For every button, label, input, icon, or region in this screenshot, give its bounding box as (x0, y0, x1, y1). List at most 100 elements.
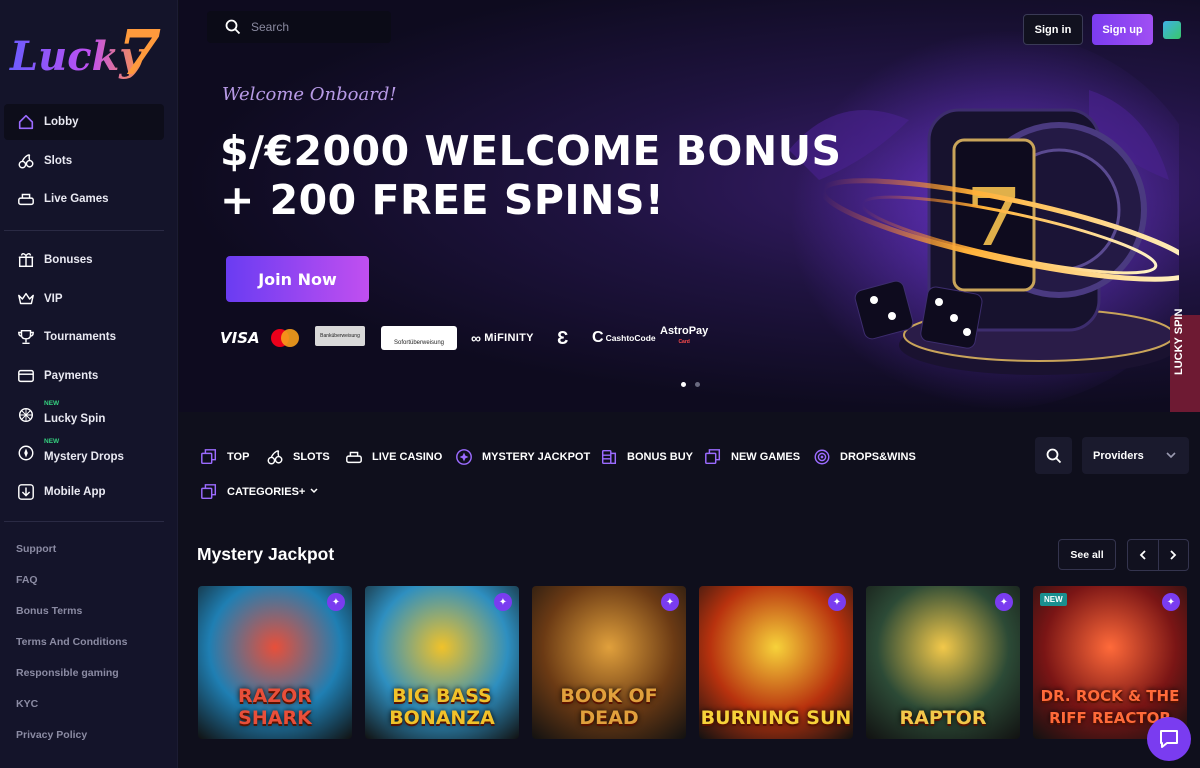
sidebar-item-label: Live Games (44, 193, 109, 206)
footer-link[interactable]: Bonus Terms (16, 602, 127, 633)
game-tile[interactable]: DR. ROCK & THE RIFF REACTOR ✦ NEW (1033, 586, 1187, 739)
sparkle-circle-icon (455, 448, 473, 466)
sidebar-item-label: Lobby (44, 116, 79, 128)
chevron-left-icon (1139, 550, 1146, 560)
sidebar-divider (4, 521, 164, 522)
crown-icon (16, 289, 36, 309)
providers-dropdown[interactable]: Providers (1082, 437, 1189, 474)
jackpot-star-icon: ✦ (828, 593, 846, 611)
category-bonus-buy[interactable]: BONUS BUY (600, 448, 693, 466)
search-input[interactable] (251, 20, 381, 34)
category-categories[interactable]: CATEGORIES+ (200, 483, 319, 501)
square-stack-icon (704, 448, 722, 466)
section-title: Mystery Jackpot (197, 544, 335, 564)
sidebar-item-label: Mystery Drops (44, 451, 124, 464)
sidebar-item-lobby[interactable]: Lobby (4, 104, 164, 140)
sidebar-item-lucky-spin[interactable]: NEW Lucky Spin (4, 397, 164, 433)
category-live-casino[interactable]: LIVE CASINO (345, 448, 442, 466)
game-tile[interactable]: BURNING SUN ✦ (699, 586, 853, 739)
game-title: BIG BASS BONANZA (389, 685, 495, 729)
footer-link[interactable]: KYC (16, 695, 127, 726)
dealer-table-icon (345, 448, 363, 466)
game-title: BOOK OF DEAD (560, 685, 658, 729)
category-label: MYSTERY JACKPOT (482, 451, 591, 463)
mifinity-logo: ∞ MiFINITY (471, 330, 534, 346)
footer-link[interactable]: Support (16, 540, 127, 571)
sidebar-item-label: Lucky Spin (44, 412, 106, 425)
game-title: BURNING SUN (700, 707, 852, 729)
game-title: RAZOR SHARK (238, 685, 312, 729)
hero-headline: $/€2000 WELCOME BONUS + 200 FREE SPINS! (220, 127, 842, 225)
hero-headline-line1: $/€2000 WELCOME BONUS (220, 127, 842, 175)
sidebar-item-payments[interactable]: Payments (4, 358, 164, 394)
game-tile[interactable]: BOOK OF DEAD ✦ (532, 586, 686, 739)
cashtocode-logo: C CashtoCode (592, 329, 656, 346)
category-label: BONUS BUY (627, 451, 694, 463)
carousel-dot[interactable] (695, 382, 700, 387)
game-tile[interactable]: RAPTOR ✦ (866, 586, 1020, 739)
sidebar-item-mystery-drops[interactable]: NEW Mystery Drops (4, 435, 164, 471)
square-stack-icon (200, 483, 218, 501)
lucky-spin-tab[interactable]: LUCKY SPIN (1170, 309, 1200, 412)
carousel-dots (681, 382, 700, 387)
game-tile[interactable]: BIG BASS BONANZA ✦ (365, 586, 519, 739)
category-mystery-jackpot[interactable]: MYSTERY JACKPOT (455, 448, 590, 466)
gift-icon (16, 250, 36, 270)
sidebar-item-vip[interactable]: VIP (4, 281, 164, 317)
sofort-logo: Sofortüberweisung (381, 326, 457, 350)
drop-target-icon (16, 443, 36, 463)
footer-link[interactable]: Terms And Conditions (16, 633, 127, 664)
category-slots[interactable]: SLOTS (266, 448, 330, 466)
sidebar-item-slots[interactable]: Slots (4, 143, 164, 179)
carousel-dot[interactable] (681, 382, 686, 387)
footer-link[interactable]: Responsible gaming (16, 664, 127, 695)
join-now-button[interactable]: Join Now (226, 256, 369, 302)
lucky7-logo[interactable]: Lucky 7 (8, 12, 163, 89)
sign-in-button[interactable]: Sign in (1023, 14, 1083, 45)
sidebar-item-label: Bonuses (44, 254, 93, 266)
game-search-button[interactable] (1035, 437, 1072, 474)
jackpot-star-icon: ✦ (995, 593, 1013, 611)
sidebar-item-label: Tournaments (44, 331, 116, 344)
see-all-button[interactable]: See all (1058, 539, 1116, 570)
chat-bubble-icon (1160, 730, 1178, 748)
jackpot-star-icon: ✦ (1162, 593, 1180, 611)
footer-link[interactable]: FAQ (16, 571, 127, 602)
sidebar-item-mobile-app[interactable]: Mobile App (4, 474, 164, 510)
search-icon (225, 19, 241, 35)
chevron-down-icon (1166, 452, 1176, 459)
download-icon (16, 482, 36, 502)
bank-transfer-logo: Banküberweisung (315, 326, 365, 346)
sidebar-item-label: VIP (44, 292, 63, 305)
astropay-logo: AstroPay Card (660, 325, 709, 346)
category-top[interactable]: TOP (200, 448, 249, 466)
search-box[interactable] (207, 11, 391, 43)
hero-banner: 7 Sign in Sign up Welcome Onboard! $/€20… (179, 0, 1200, 412)
sign-up-button[interactable]: Sign up (1092, 14, 1153, 45)
sidebar-item-bonuses[interactable]: Bonuses (4, 242, 164, 278)
category-new-games[interactable]: NEW GAMES (704, 448, 800, 466)
category-label: SLOTS (293, 451, 330, 463)
sidebar-primary-nav: Lobby Slots Live Games (4, 104, 164, 220)
prev-arrow-button[interactable] (1128, 540, 1159, 570)
target-icon (813, 448, 831, 466)
cherries-icon (266, 448, 284, 466)
sidebar: Lucky 7 Lobby Slots Live Games Bonuses VIP T… (0, 0, 178, 768)
game-tile[interactable]: RAZOR SHARK ✦ (198, 586, 352, 739)
language-globe-icon[interactable] (1163, 21, 1181, 39)
sidebar-divider (4, 230, 164, 231)
ecopayz-logo: Ɛ (557, 327, 569, 348)
sidebar-item-live-games[interactable]: Live Games (4, 181, 164, 217)
sidebar-secondary-nav: Bonuses VIP Tournaments Payments NEW Lucky Sp… (4, 242, 164, 513)
dealer-table-icon (16, 189, 36, 209)
cherries-icon (16, 151, 36, 171)
footer-link[interactable]: Privacy Policy (16, 726, 127, 757)
next-arrow-button[interactable] (1159, 540, 1189, 570)
chevron-down-icon (305, 483, 319, 501)
sidebar-item-tournaments[interactable]: Tournaments (4, 319, 164, 355)
wheel-icon (16, 405, 36, 425)
sidebar-item-label: Slots (44, 154, 73, 167)
category-label: TOP (227, 451, 250, 463)
chat-support-button[interactable] (1147, 717, 1191, 761)
category-drops-wins[interactable]: DROPS&WINS (813, 448, 916, 466)
